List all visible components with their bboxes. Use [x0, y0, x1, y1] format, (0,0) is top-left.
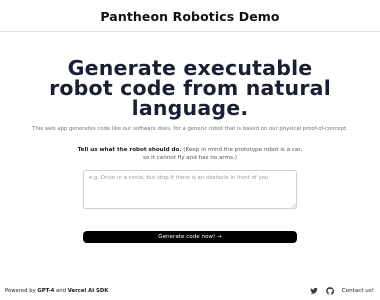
- prompt-label-note-2: so it cannot fly and has no arms.): [143, 155, 237, 161]
- github-icon[interactable]: [325, 287, 334, 295]
- hero-heading: Generate executable robot code from natu…: [20, 56, 360, 120]
- generate-code-button[interactable]: Generate code now! →: [83, 231, 297, 243]
- powered-by-vercel-link[interactable]: Vercel AI SDK: [68, 288, 109, 294]
- page: Pantheon Robotics Demo Generate executab…: [0, 0, 380, 300]
- powered-by-gpt4-link[interactable]: GPT-4: [37, 288, 54, 294]
- powered-by-prefix: Powered by: [5, 288, 36, 294]
- prompt-label: Tell us what the robot should do. (Keep …: [70, 146, 310, 162]
- intro-text: This web app generates code like our sof…: [32, 126, 348, 132]
- site-title: Pantheon Robotics Demo: [100, 8, 280, 24]
- robot-instruction-input[interactable]: [83, 170, 297, 209]
- resize-handle-icon[interactable]: [291, 203, 296, 208]
- top-bar: Pantheon Robotics Demo: [0, 0, 380, 32]
- prompt-label-line-2: so it cannot fly and has no arms.): [70, 154, 310, 162]
- prompt-label-note-1: (Keep in mind the prototype robot is a c…: [183, 147, 303, 153]
- hero-line-3: language.: [131, 96, 249, 120]
- powered-by: Powered by GPT-4 and Vercel AI SDK: [5, 288, 108, 295]
- hero-line-1: Generate executable: [67, 56, 313, 80]
- prompt-label-bold: Tell us what the robot should do.: [77, 147, 182, 153]
- contact-us-link[interactable]: Contact us!: [342, 288, 374, 294]
- hero-line-2: robot code from natural: [49, 76, 331, 100]
- twitter-icon[interactable]: [310, 287, 318, 295]
- powered-by-and: and: [56, 288, 66, 294]
- footer-links: Contact us!: [310, 286, 374, 296]
- prompt-label-line-1: Tell us what the robot should do. (Keep …: [70, 146, 310, 154]
